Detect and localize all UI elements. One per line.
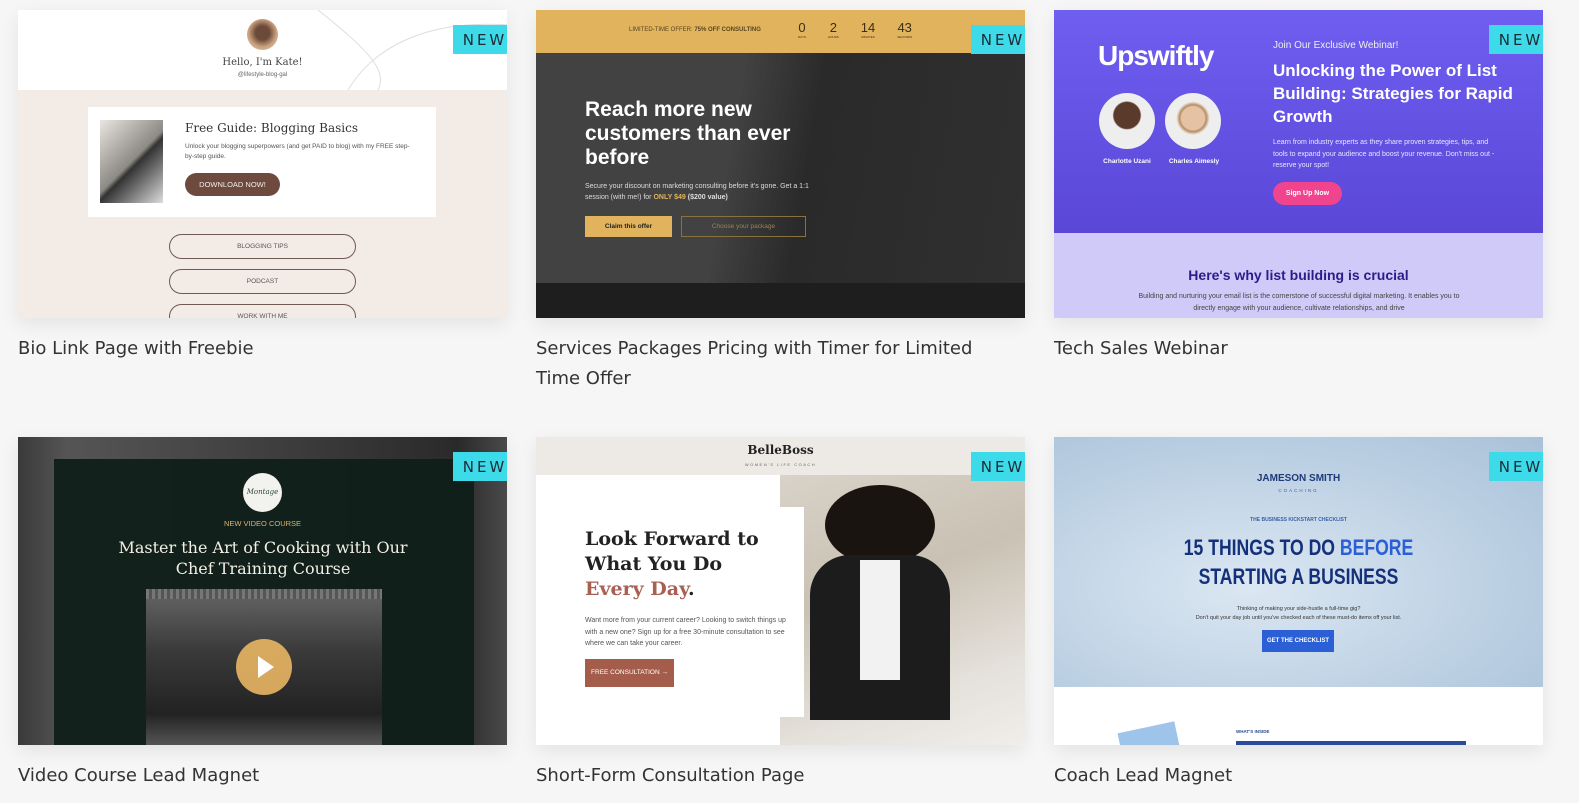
template-title[interactable]: Services Packages Pricing with Timer for… bbox=[536, 334, 1016, 394]
template-card-services-timer[interactable]: NEW LIMITED-TIME OFFER: 75% OFF CONSULTI… bbox=[536, 10, 1025, 394]
hero-photo bbox=[780, 475, 1025, 745]
montage-logo: Montage bbox=[243, 473, 282, 512]
template-title[interactable]: Bio Link Page with Freebie bbox=[18, 334, 498, 364]
template-thumbnail[interactable]: NEW Montage NEW VIDEO COURSE Master the … bbox=[18, 437, 507, 745]
claim-offer-button[interactable]: Claim this offer bbox=[585, 216, 672, 237]
template-title[interactable]: Tech Sales Webinar bbox=[1054, 334, 1534, 364]
video-thumbnail[interactable] bbox=[146, 589, 382, 745]
template-card-tech-webinar[interactable]: NEW Upswiftly Charlotte Uzani Charles Ai… bbox=[1054, 10, 1543, 364]
new-badge: NEW bbox=[1489, 25, 1543, 54]
new-badge: NEW bbox=[453, 452, 507, 481]
link-button[interactable]: BLOGGING TIPS bbox=[169, 234, 356, 259]
checklist-ebook-image bbox=[1117, 721, 1181, 745]
template-card-bio-link[interactable]: NEW Hello, I'm Kate! @lifestyle-blog-gal… bbox=[18, 10, 507, 364]
link-button[interactable]: WORK WITH ME bbox=[169, 304, 356, 318]
countdown-timer: 0 DAYS 2 HOURS 14 MINUTES 43 SECONDS bbox=[798, 20, 913, 39]
new-badge: NEW bbox=[971, 25, 1025, 54]
template-title[interactable]: Short-Form Consultation Page bbox=[536, 761, 1016, 791]
template-title[interactable]: Coach Lead Magnet bbox=[1054, 761, 1534, 791]
upswiftly-logo: Upswiftly bbox=[1098, 40, 1214, 71]
template-card-coach-lead-magnet[interactable]: NEW JAMESON SMITH COACHING THE BUSINESS … bbox=[1054, 437, 1543, 791]
get-checklist-button[interactable]: GET THE CHECKLIST bbox=[1262, 630, 1334, 652]
belleboss-logo: BelleBoss bbox=[747, 443, 814, 457]
download-button[interactable]: DOWNLOAD NOW! bbox=[185, 173, 280, 196]
new-badge: NEW bbox=[453, 25, 507, 54]
template-card-video-course[interactable]: NEW Montage NEW VIDEO COURSE Master the … bbox=[18, 437, 507, 791]
speaker-avatar bbox=[1099, 93, 1155, 149]
template-thumbnail[interactable]: NEW JAMESON SMITH COACHING THE BUSINESS … bbox=[1054, 437, 1543, 745]
template-thumbnail[interactable]: NEW LIMITED-TIME OFFER: 75% OFF CONSULTI… bbox=[536, 10, 1025, 318]
template-thumbnail[interactable]: NEW Upswiftly Charlotte Uzani Charles Ai… bbox=[1054, 10, 1543, 318]
sign-up-button[interactable]: Sign Up Now bbox=[1273, 182, 1342, 205]
play-icon[interactable] bbox=[236, 639, 292, 695]
free-consultation-button[interactable]: FREE CONSULTATION → bbox=[585, 659, 674, 687]
new-badge: NEW bbox=[1489, 452, 1543, 481]
link-button[interactable]: PODCAST bbox=[169, 269, 356, 294]
new-badge: NEW bbox=[971, 452, 1025, 481]
template-card-consultation[interactable]: NEW BelleBoss WOMEN'S LIFE COACH Look Fo… bbox=[536, 437, 1025, 791]
guide-image bbox=[100, 120, 163, 203]
choose-package-button[interactable]: Choose your package bbox=[681, 216, 806, 237]
template-thumbnail[interactable]: NEW Hello, I'm Kate! @lifestyle-blog-gal… bbox=[18, 10, 507, 318]
jameson-smith-logo: JAMESON SMITH bbox=[1256, 473, 1341, 484]
avatar bbox=[247, 19, 278, 50]
template-title[interactable]: Video Course Lead Magnet bbox=[18, 761, 498, 791]
template-thumbnail[interactable]: NEW BelleBoss WOMEN'S LIFE COACH Look Fo… bbox=[536, 437, 1025, 745]
speaker-avatar bbox=[1165, 93, 1221, 149]
